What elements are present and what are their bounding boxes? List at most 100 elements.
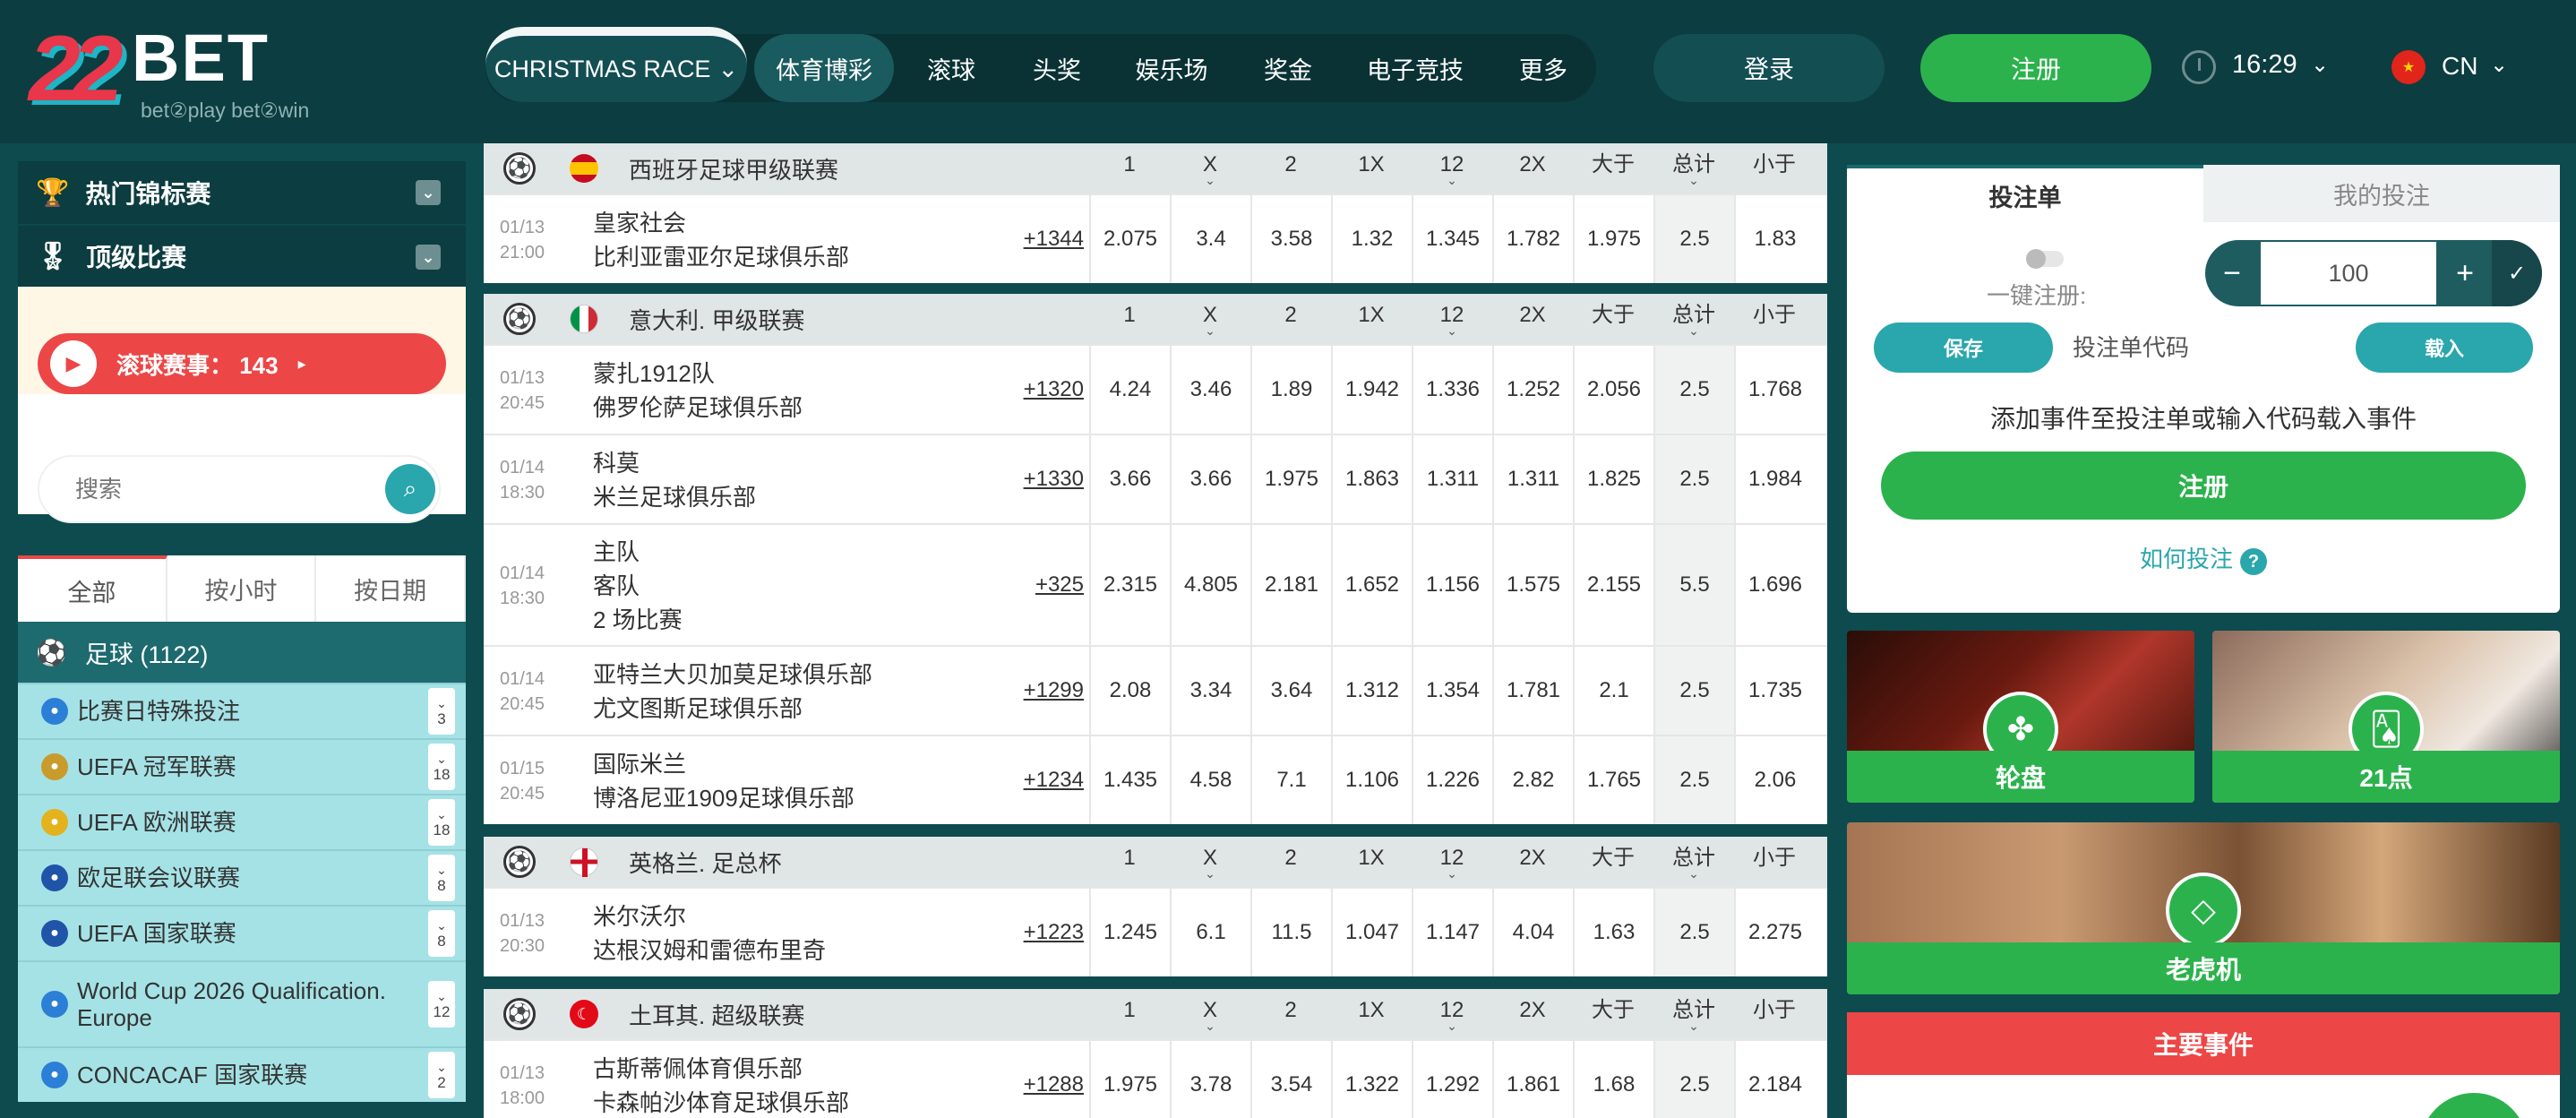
nav-esports[interactable]: 电子竞技 [1349,34,1481,102]
odds-header[interactable]: X ⌄ [1170,154,1250,187]
league-count[interactable]: ⌄ 12 [428,981,455,1028]
odds-cell[interactable]: 1.147 [1412,889,1492,976]
odds-cell[interactable]: 1.975 [1573,195,1653,283]
odds-cell[interactable]: 2.5 [1653,435,1734,523]
match-row[interactable]: 01/14 18:30 科莫 米兰足球俱乐部 +1330 3.66 3.66 1.975 1.8… [484,434,1827,523]
odds-cell[interactable]: 1.83 [1734,195,1815,283]
odds-cell[interactable]: 1.047 [1331,889,1412,976]
more-markets-link[interactable]: +1330 [1021,467,1084,492]
odds-cell[interactable]: 1.226 [1412,736,1492,824]
odds-cell[interactable]: 2.5 [1653,1041,1734,1118]
odds-header[interactable]: 12 ⌄ [1412,154,1492,187]
nav-casino[interactable]: 娱乐场 [1120,34,1224,102]
odds-cell[interactable]: 1.252 [1492,346,1573,434]
odds-header[interactable]: 12 ⌄ [1412,305,1492,338]
league-item[interactable]: ● UEFA 国家联赛 ⌄ 8 [18,905,466,960]
odds-header[interactable]: 1X [1331,305,1412,326]
odds-cell[interactable]: 1.63 [1573,889,1653,976]
odds-header[interactable]: 2 [1250,1000,1331,1021]
chevron-down-icon[interactable]: ⌄ [416,245,441,270]
minus-icon[interactable]: − [2205,240,2259,306]
league-count[interactable]: ⌄ 2 [428,1052,455,1098]
league-count[interactable]: ⌄ 18 [428,744,455,790]
league-item[interactable]: ● 比赛日特殊投注 ⌄ 3 [18,683,466,738]
odds-header[interactable]: 1 [1089,1000,1170,1021]
odds-header[interactable]: 2X [1492,1000,1573,1021]
odds-cell[interactable]: 1.292 [1412,1041,1492,1118]
league-item[interactable]: ● CONCACAF 国家联赛 ⌄ 2 [18,1046,466,1102]
odds-header[interactable]: 总计 ⌄ [1653,1000,1734,1033]
nav-jackpot[interactable]: 头奖 [1010,34,1103,102]
odds-cell[interactable]: 1.68 [1573,1041,1653,1118]
filter-by-hour[interactable]: 按小时 [167,555,317,622]
live-events-button[interactable]: ▶ 滚球赛事： 143 ▸ [38,333,446,394]
odds-header[interactable]: X ⌄ [1170,847,1250,881]
odds-cell[interactable]: 5.5 [1653,525,1734,645]
odds-cell[interactable]: 1.354 [1412,647,1492,735]
match-teams[interactable]: 米尔沃尔 达根汉姆和雷德布里奇 [593,899,826,968]
odds-header[interactable]: 小于 [1734,1000,1815,1021]
odds-cell[interactable]: 3.4 [1170,195,1250,283]
league-section-header[interactable]: ⚽ ☾ 土耳其. 超级联赛 1 X ⌄ 2 1X 12 ⌄ 2X 大于 总计 ⌄ 小于 [484,989,1827,1039]
odds-header[interactable]: 2X [1492,154,1573,176]
odds-cell[interactable]: 3.78 [1170,1041,1250,1118]
odds-header[interactable]: 2 [1250,847,1331,869]
odds-cell[interactable]: 1.312 [1331,647,1412,735]
odds-header[interactable]: 1X [1331,1000,1412,1021]
league-count[interactable]: ⌄ 3 [428,688,455,735]
odds-cell[interactable]: 2.06 [1734,736,1815,824]
logo[interactable]: 22 BET bet②play bet②win [29,9,351,125]
odds-cell[interactable]: 1.735 [1734,647,1815,735]
odds-cell[interactable]: 3.46 [1170,346,1250,434]
odds-cell[interactable]: 2.275 [1734,889,1815,976]
league-section-header[interactable]: ⚽ 西班牙足球甲级联赛 1 X ⌄ 2 1X 12 ⌄ 2X 大于 总计 ⌄ 小于 [484,143,1827,194]
odds-cell[interactable]: 2.5 [1653,736,1734,824]
match-row[interactable]: 01/14 18:30 主队 客队 2 场比赛 +325 2.315 4.805 2.181 1.… [484,523,1827,645]
odds-cell[interactable]: 2.1 [1573,647,1653,735]
odds-cell[interactable]: 1.984 [1734,435,1815,523]
match-row[interactable]: 01/14 20:45 亚特兰大贝加莫足球俱乐部 尤文图斯足球俱乐部 +1299 2.08… [484,645,1827,735]
more-markets-link[interactable]: +1234 [1021,768,1084,793]
odds-cell[interactable]: 1.32 [1331,195,1412,283]
hot-tournaments-header[interactable]: 🏆 热门锦标赛 ⌄ [18,161,466,224]
odds-cell[interactable]: 1.825 [1573,435,1653,523]
nav-live[interactable]: 滚球 [905,34,998,102]
odds-header[interactable]: X ⌄ [1170,305,1250,338]
plus-icon[interactable]: + [2438,240,2492,306]
match-teams[interactable]: 国际米兰 博洛尼亚1909足球俱乐部 [593,747,854,815]
slots-tile[interactable]: ◇ 老虎机 [1847,822,2560,994]
more-markets-link[interactable]: +1299 [1021,678,1084,703]
league-item[interactable]: ● World Cup 2026 Qualification. Europe ⌄ 12 [18,960,466,1046]
odds-cell[interactable]: 3.54 [1250,1041,1331,1118]
odds-cell[interactable]: 1.345 [1412,195,1492,283]
check-icon[interactable]: ✓ [2492,240,2542,306]
odds-cell[interactable]: 11.5 [1250,889,1331,976]
match-row[interactable]: 01/13 18:00 古斯蒂佩体育俱乐部 卡森帕沙体育足球俱乐部 +1288 1.975… [484,1039,1827,1118]
odds-header[interactable]: 总计 ⌄ [1653,847,1734,881]
chevron-down-icon[interactable]: ⌄ [2311,52,2329,78]
odds-cell[interactable]: 1.435 [1089,736,1170,824]
odds-cell[interactable]: 3.58 [1250,195,1331,283]
league-item[interactable]: ● 欧足联会议联赛 ⌄ 8 [18,849,466,905]
odds-header[interactable]: 总计 ⌄ [1653,154,1734,187]
odds-header[interactable]: 12 ⌄ [1412,847,1492,881]
odds-cell[interactable]: 2.5 [1653,346,1734,434]
odds-cell[interactable]: 4.58 [1170,736,1250,824]
odds-header[interactable]: 小于 [1734,154,1815,176]
odds-cell[interactable]: 1.696 [1734,525,1815,645]
odds-header[interactable]: 1 [1089,154,1170,176]
odds-cell[interactable]: 3.66 [1089,435,1170,523]
odds-cell[interactable]: 1.89 [1250,346,1331,434]
stake-input[interactable]: 100 [2259,240,2438,306]
odds-header[interactable]: 1 [1089,847,1170,869]
odds-cell[interactable]: 2.075 [1089,195,1170,283]
odds-header[interactable]: 1 [1089,305,1170,326]
nav-more[interactable]: 更多 [1494,34,1593,102]
more-markets-link[interactable]: +1344 [1021,227,1084,252]
odds-cell[interactable]: 1.975 [1089,1041,1170,1118]
odds-header[interactable]: 大于 [1573,847,1653,869]
odds-cell[interactable]: 3.66 [1170,435,1250,523]
slip-register-button[interactable]: 注册 [1881,452,2526,520]
odds-header[interactable]: 小于 [1734,847,1815,869]
odds-cell[interactable]: 4.24 [1089,346,1170,434]
